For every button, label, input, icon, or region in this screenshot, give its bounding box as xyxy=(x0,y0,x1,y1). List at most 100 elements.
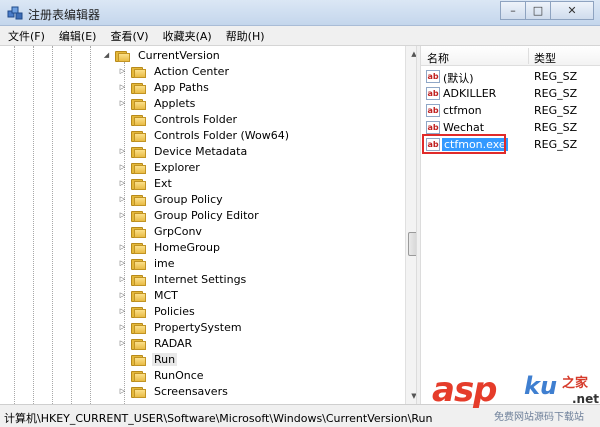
expand-arrow-icon[interactable]: ▷ xyxy=(118,275,127,284)
key-tree: ◢ CurrentVersion ▷ Action Center ▷ App Path… xyxy=(6,46,416,404)
expand-arrow-icon[interactable]: ▷ xyxy=(118,163,127,172)
tree-node[interactable]: ▷ Explorer xyxy=(118,159,202,175)
tree-node[interactable]: RunOnce xyxy=(118,367,206,383)
tree-node[interactable]: ▷ Ext xyxy=(118,175,174,191)
folder-icon xyxy=(131,113,147,126)
folder-open-icon xyxy=(115,49,131,62)
value-type: REG_SZ xyxy=(534,138,578,151)
value-type: REG_SZ xyxy=(534,87,578,100)
value-name: (默认) xyxy=(443,72,474,85)
expand-arrow-icon[interactable]: ▷ xyxy=(118,179,127,188)
tree-node-label: Group Policy Editor xyxy=(154,208,259,222)
column-divider[interactable] xyxy=(528,48,529,64)
value-type: REG_SZ xyxy=(534,70,578,83)
expand-arrow-icon[interactable]: ▷ xyxy=(118,83,127,92)
value-type: REG_SZ xyxy=(534,104,578,117)
window-title: 注册表编辑器 xyxy=(28,8,101,22)
expand-arrow-icon[interactable]: ▷ xyxy=(118,211,127,220)
watermark-ku: ku xyxy=(524,372,558,400)
tree-guide-line xyxy=(52,46,53,404)
folder-icon xyxy=(131,369,147,382)
scroll-up-arrow-icon[interactable]: ▲ xyxy=(406,46,416,62)
tree-node[interactable]: ▷ App Paths xyxy=(118,79,211,95)
tree-node[interactable]: ▷ Internet Settings xyxy=(118,271,248,287)
tree-guide-line xyxy=(90,46,91,404)
folder-icon xyxy=(131,129,147,142)
maximize-button[interactable]: □ xyxy=(525,1,551,20)
folder-icon xyxy=(131,193,147,206)
tree-node[interactable]: ▷ Policies xyxy=(118,303,197,319)
menu-file[interactable]: 文件(F) xyxy=(8,28,45,44)
tree-node-label: Screensavers xyxy=(154,384,228,398)
expand-arrow-icon[interactable]: ▷ xyxy=(118,67,127,76)
tree-node[interactable]: ▷ Group Policy Editor xyxy=(118,207,261,223)
tree-node[interactable]: GrpConv xyxy=(118,223,204,239)
tree-node[interactable]: ▷ PropertySystem xyxy=(118,319,244,335)
tree-node-currentversion[interactable]: ◢ CurrentVersion xyxy=(102,47,222,63)
tree-node-label: Controls Folder xyxy=(154,112,237,126)
tree-node[interactable]: ▷ RADAR xyxy=(118,335,194,351)
tree-node[interactable]: ▷ Group Policy xyxy=(118,191,225,207)
tree-scrollbar[interactable]: ▲ ▼ xyxy=(405,46,416,404)
string-value-icon: ab xyxy=(426,104,440,117)
expand-arrow-icon[interactable]: ▷ xyxy=(118,147,127,156)
tree-node[interactable]: ▷ HomeGroup xyxy=(118,239,222,255)
tree-node-label: Internet Settings xyxy=(154,272,247,286)
red-highlight-box xyxy=(422,134,506,154)
watermark-subtitle: 免费网站源码下载站 xyxy=(494,412,584,423)
value-row[interactable]: ab (默认) REG_SZ xyxy=(421,68,600,85)
menu-view[interactable]: 查看(V) xyxy=(110,28,148,44)
minimize-button[interactable]: – xyxy=(500,1,526,20)
main-area: ◢ CurrentVersion ▷ Action Center ▷ App Path… xyxy=(0,46,600,404)
folder-icon xyxy=(131,321,147,334)
tree-node[interactable]: Controls Folder (Wow64) xyxy=(118,127,291,143)
column-header-type[interactable]: 类型 xyxy=(534,50,556,66)
tree-node[interactable]: ▷ Action Center xyxy=(118,63,231,79)
folder-icon xyxy=(131,145,147,158)
value-row[interactable]: ab ADKILLER REG_SZ xyxy=(421,85,600,102)
tree-node[interactable]: ▷ MCT xyxy=(118,287,180,303)
expand-arrow-icon[interactable]: ▷ xyxy=(118,387,127,396)
tree-node-label: PropertySystem xyxy=(154,320,242,334)
menu-bar: 文件(F) 编辑(E) 查看(V) 收藏夹(A) 帮助(H) xyxy=(0,26,600,46)
tree-node-label: Ext xyxy=(154,176,172,190)
expand-arrow-icon[interactable]: ▷ xyxy=(118,307,127,316)
tree-node-label: Action Center xyxy=(154,64,229,78)
string-value-icon: ab xyxy=(426,87,440,100)
tree-node-label: Run xyxy=(152,352,178,366)
tree-node[interactable]: ▷ Device Metadata xyxy=(118,143,249,159)
tree-node[interactable]: Controls Folder xyxy=(118,111,239,127)
expand-arrow-icon[interactable]: ▷ xyxy=(118,99,127,108)
folder-icon xyxy=(131,241,147,254)
expand-arrow-icon[interactable]: ▷ xyxy=(118,243,127,252)
scroll-down-arrow-icon[interactable]: ▼ xyxy=(406,388,416,404)
menu-favorites[interactable]: 收藏夹(A) xyxy=(163,28,212,44)
close-button[interactable]: ✕ xyxy=(550,1,594,20)
scroll-thumb[interactable] xyxy=(408,232,416,256)
expand-arrow-icon[interactable]: ▷ xyxy=(118,291,127,300)
tree-node[interactable]: ▷ ime xyxy=(118,255,177,271)
collapse-arrow-icon[interactable]: ◢ xyxy=(102,51,111,60)
tree-node-label: RunOnce xyxy=(154,368,204,382)
column-header-name[interactable]: 名称 xyxy=(427,50,449,66)
expand-arrow-icon[interactable]: ▷ xyxy=(118,339,127,348)
value-name: Wechat xyxy=(443,121,485,134)
tree-node[interactable]: ▷ Applets xyxy=(118,95,197,111)
menu-edit[interactable]: 编辑(E) xyxy=(59,28,97,44)
menu-help[interactable]: 帮助(H) xyxy=(226,28,265,44)
value-name: ctfmon xyxy=(443,104,482,117)
tree-node[interactable]: ▷ Screensavers xyxy=(118,383,230,399)
folder-icon xyxy=(131,225,147,238)
title-bar: 注册表编辑器 – □ ✕ xyxy=(0,0,600,26)
tree-node[interactable]: Run xyxy=(118,351,178,367)
values-list: 名称 类型 ab (默认) REG_SZ ab ADKILLER REG_SZ ab ctfm… xyxy=(421,46,600,404)
value-row[interactable]: ab ctfmon REG_SZ xyxy=(421,102,600,119)
expand-arrow-icon[interactable]: ▷ xyxy=(118,323,127,332)
expand-arrow-icon[interactable]: ▷ xyxy=(118,259,127,268)
expand-arrow-icon[interactable]: ▷ xyxy=(118,195,127,204)
tree-node-label: Device Metadata xyxy=(154,144,248,158)
string-value-icon: ab xyxy=(426,70,440,83)
